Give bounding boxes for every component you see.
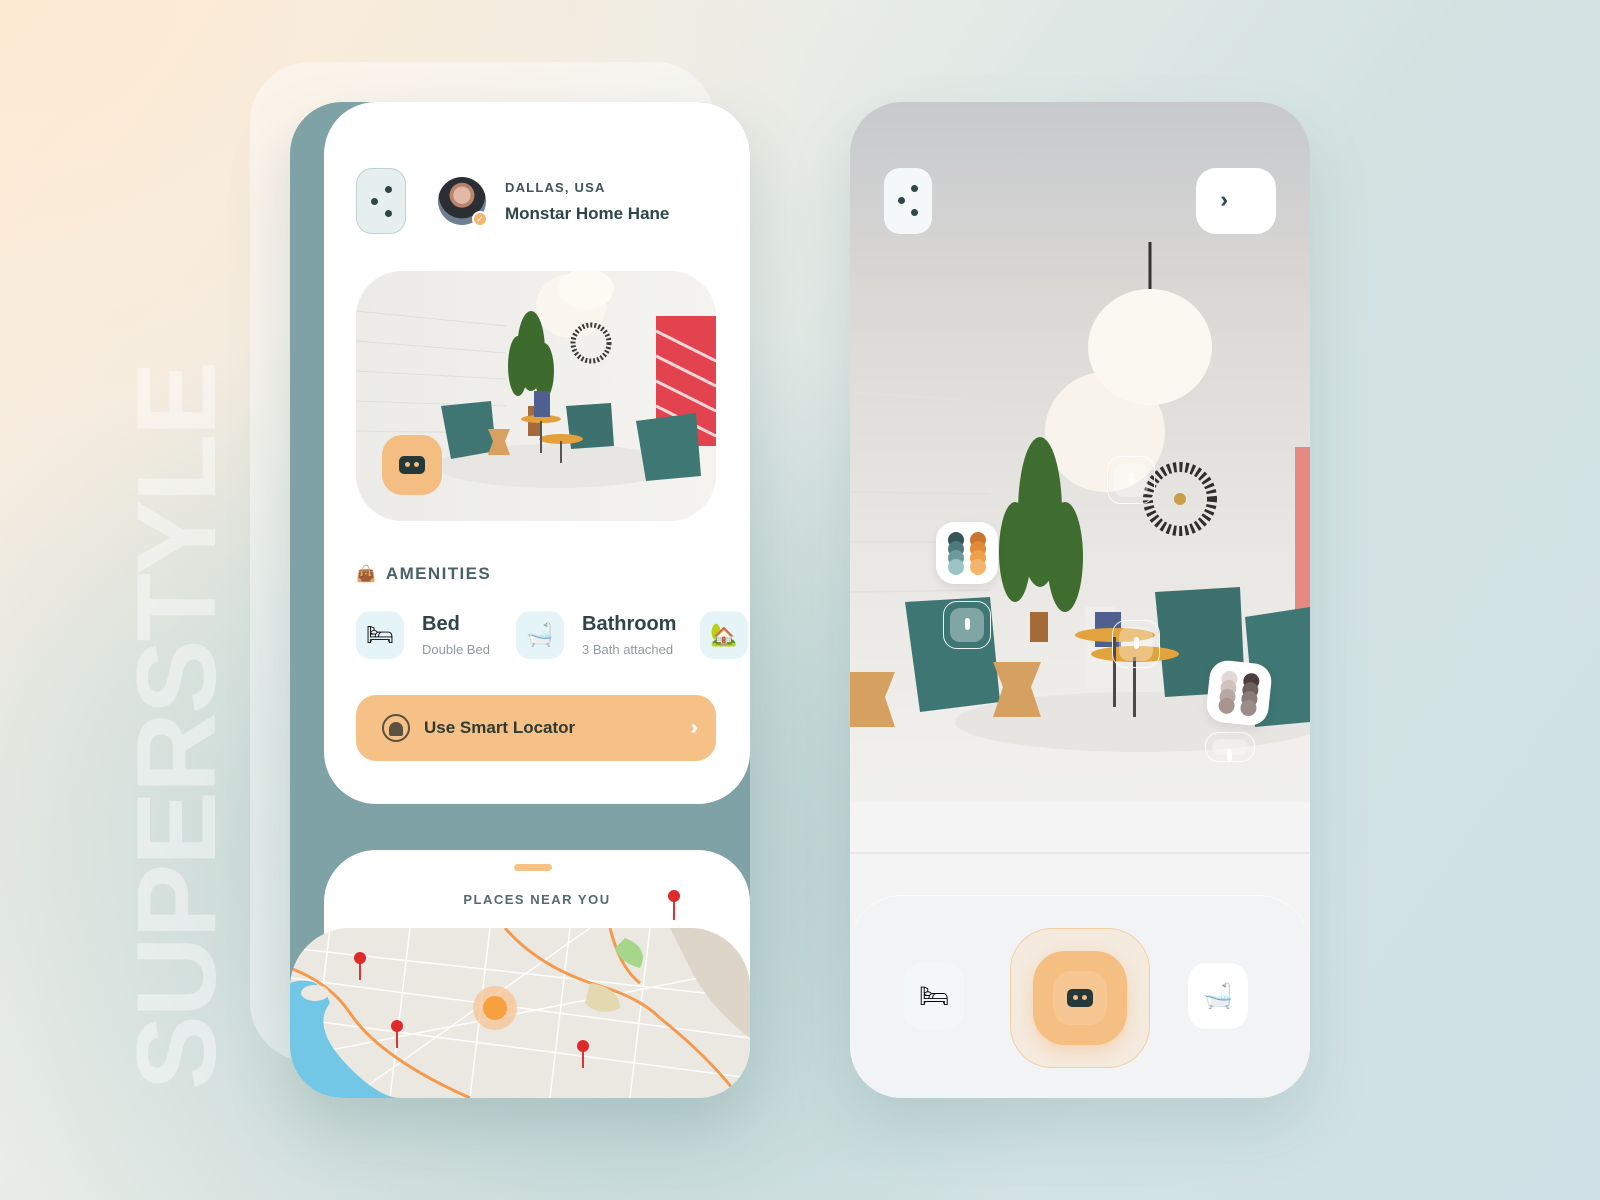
amenity-name: Bathroom [582,613,677,635]
amenity-house[interactable]: 🏡 [700,611,748,659]
places-title: PLACES NEAR YOU [463,892,611,907]
handbag-icon: 👜 [356,566,376,583]
triple-chevron-right-icon: ››› [689,717,696,739]
triple-chevron-right-icon: ››› [1220,187,1228,212]
map-canvas [290,928,750,1098]
places-map[interactable] [290,928,750,1098]
check-icon: ✓ [472,211,488,227]
avatar[interactable]: ✓ [438,177,488,227]
property-name: Monstar Home Hane [505,204,670,223]
map-pin[interactable] [664,888,684,928]
color-swatch[interactable] [948,559,964,575]
color-swatch[interactable] [1239,699,1258,717]
amenity-detail: 3 Bath attached [582,642,674,657]
color-swatch[interactable] [1217,696,1236,715]
next-button[interactable]: ››› [1196,168,1276,234]
amenity-bed[interactable]: 🛏 Bed Double Bed [356,611,490,659]
dock-bathroom-button[interactable]: 🛁 [1188,963,1248,1029]
property-card: ✓ DALLAS, USA Monstar Home Hane 👜 AMENIT… [324,102,750,804]
color-swatch[interactable] [970,559,986,575]
vr-headset-icon [399,456,425,474]
neutral-brown-palette[interactable] [1204,658,1274,728]
ar-hotspot-armchair[interactable] [943,601,991,649]
vr-headset-icon [1067,989,1093,1007]
locator-icon [382,714,410,742]
amenity-name: Bed [422,613,460,635]
location-label: DALLAS, USA [505,180,606,195]
amenities-title: AMENITIES [385,564,492,583]
ar-hotspot-lamp[interactable] [1107,456,1155,504]
ar-hotspot-rug[interactable] [1205,732,1255,762]
property-photo[interactable] [356,271,716,521]
sheet-drag-handle[interactable] [514,864,552,871]
ar-dock: 🛏 🛁 [850,895,1310,1098]
ar-room-view-screen: ››› 🛏 🛁 [850,102,1310,1098]
ar-hotspot-table[interactable] [1112,620,1160,668]
teal-orange-palette[interactable] [936,522,998,584]
bed-icon: 🛏 [356,611,404,659]
amenities-header: 👜 AMENITIES [356,564,491,584]
bathtub-icon: 🛁 [516,611,564,659]
bed-icon: 🛏 [918,982,950,1010]
dock-bed-button[interactable]: 🛏 [904,963,964,1029]
smart-locator-label: Use Smart Locator [424,718,576,737]
brand-watermark: SUPERSTYLE [114,363,239,1090]
menu-button[interactable] [356,168,406,234]
vr-mode-button[interactable] [1010,928,1150,1068]
house-icon: 🏡 [700,611,748,659]
smart-locator-button[interactable]: Use Smart Locator ››› [356,695,716,761]
property-detail-screen: ✓ DALLAS, USA Monstar Home Hane 👜 AMENIT… [290,102,750,1098]
amenity-detail: Double Bed [422,642,490,657]
vr-view-button[interactable] [382,435,442,495]
bathtub-icon: 🛁 [1203,982,1233,1010]
menu-button[interactable] [884,168,932,234]
amenity-bathroom[interactable]: 🛁 Bathroom 3 Bath attached [516,611,676,659]
